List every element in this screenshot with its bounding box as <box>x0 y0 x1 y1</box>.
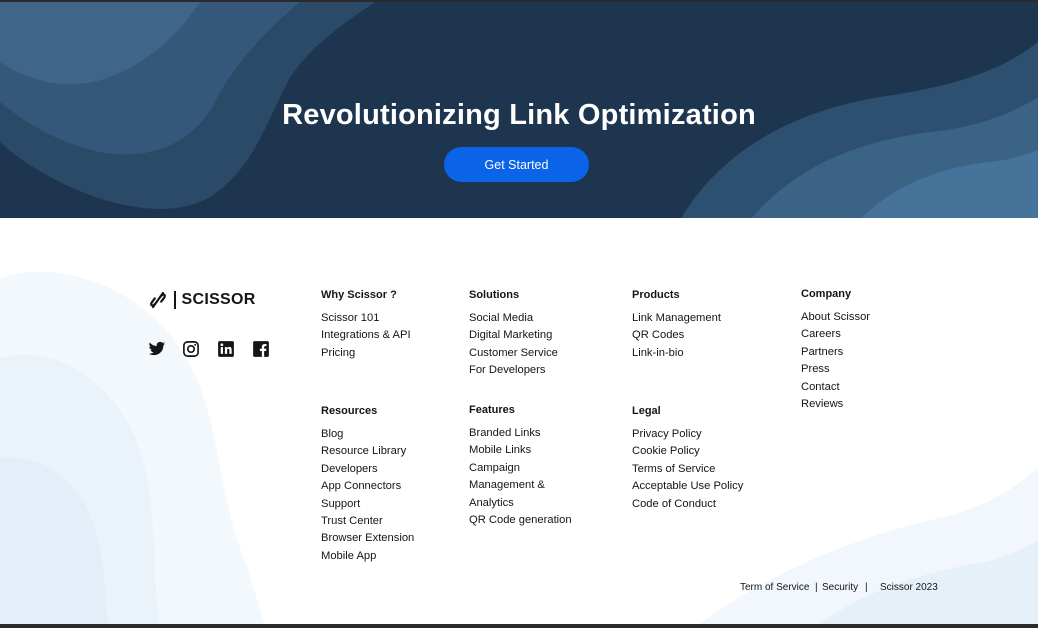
footer-link-pricing[interactable]: Pricing <box>321 345 411 362</box>
footer-heading-resources: Resources <box>321 405 378 417</box>
footer-col-legal: Legal Privacy Policy Cookie Policy Terms… <box>632 405 743 513</box>
get-started-button[interactable]: Get Started <box>444 147 589 182</box>
brand-logo[interactable]: SCISSOR <box>148 290 256 310</box>
bottom-separator: | <box>815 582 818 593</box>
footer-link-code-of-conduct[interactable]: Code of Conduct <box>632 496 743 513</box>
footer-link-digital-marketing[interactable]: Digital Marketing <box>469 327 558 344</box>
footer-col-solutions: Solutions Social Media Digital Marketing… <box>469 289 558 380</box>
footer-link-acceptable-use-policy[interactable]: Acceptable Use Policy <box>632 478 743 495</box>
footer-link-trust-center[interactable]: Trust Center <box>321 513 414 530</box>
footer-link-integrations-api[interactable]: Integrations & API <box>321 327 411 344</box>
copyright-text: Scissor 2023 <box>880 582 938 593</box>
footer-link-press[interactable]: Press <box>801 361 870 378</box>
footer-col-company: Company About Scissor Careers Partners P… <box>801 288 870 413</box>
hero-banner: Revolutionizing Link Optimization Get St… <box>0 0 1038 218</box>
footer-link-qr-code-generation[interactable]: QR Code generation <box>469 512 572 529</box>
footer-heading-solutions: Solutions <box>469 289 520 301</box>
footer-link-about-scissor[interactable]: About Scissor <box>801 309 870 326</box>
footer-link-link-in-bio[interactable]: Link-in-bio <box>632 345 721 362</box>
twitter-icon[interactable] <box>148 340 166 358</box>
footer-link-partners[interactable]: Partners <box>801 344 870 361</box>
facebook-icon[interactable] <box>252 340 270 358</box>
footer-link-link-management[interactable]: Link Management <box>632 310 721 327</box>
footer-col-products: Products Link Management QR Codes Link-i… <box>632 289 721 362</box>
footer-link-contact[interactable]: Contact <box>801 379 870 396</box>
footer-link-terms-of-service[interactable]: Terms of Service <box>632 461 743 478</box>
bottom-link-term-of-service[interactable]: Term of Service <box>740 582 809 593</box>
footer-link-support[interactable]: Support <box>321 496 414 513</box>
footer-link-for-developers[interactable]: For Developers <box>469 362 558 379</box>
bottom-separator: | <box>865 582 868 593</box>
footer-heading-features: Features <box>469 404 515 416</box>
footer-link-careers[interactable]: Careers <box>801 326 870 343</box>
footer-heading-company: Company <box>801 288 852 300</box>
hero-title: Revolutionizing Link Optimization <box>282 99 756 132</box>
bottom-link-security[interactable]: Security <box>822 582 858 593</box>
footer-link-reviews[interactable]: Reviews <box>801 396 870 413</box>
footer-link-branded-links[interactable]: Branded Links <box>469 425 572 442</box>
footer-link-blog[interactable]: Blog <box>321 426 414 443</box>
footer-link-privacy-policy[interactable]: Privacy Policy <box>632 426 743 443</box>
footer-link-qr-codes[interactable]: QR Codes <box>632 327 721 344</box>
footer-col-why-scissor: Why Scissor ? Scissor 101 Integrations &… <box>321 289 411 362</box>
footer-link-analytics[interactable]: Analytics <box>469 495 572 512</box>
instagram-icon[interactable] <box>182 340 200 358</box>
footer-link-mobile-app[interactable]: Mobile App <box>321 548 414 565</box>
bottom-edge-bar <box>0 624 1038 628</box>
footer-link-app-connectors[interactable]: App Connectors <box>321 478 414 495</box>
footer-link-developers[interactable]: Developers <box>321 461 414 478</box>
footer-link-social-media[interactable]: Social Media <box>469 310 558 327</box>
scissor-link-icon <box>150 291 166 309</box>
footer-col-resources: Resources Blog Resource Library Develope… <box>321 405 414 565</box>
brand-name: SCISSOR <box>181 291 256 308</box>
linkedin-icon[interactable] <box>217 340 235 358</box>
footer-link-browser-extension[interactable]: Browser Extension <box>321 530 414 547</box>
logo-divider <box>174 291 176 309</box>
footer-heading-legal: Legal <box>632 405 661 417</box>
footer-heading-why-scissor: Why Scissor ? <box>321 289 397 301</box>
footer-col-features: Features Branded Links Mobile Links Camp… <box>469 404 572 529</box>
footer-link-customer-service[interactable]: Customer Service <box>469 345 558 362</box>
footer-heading-products: Products <box>632 289 680 301</box>
footer-link-scissor-101[interactable]: Scissor 101 <box>321 310 411 327</box>
footer-link-resource-library[interactable]: Resource Library <box>321 443 414 460</box>
footer-link-management[interactable]: Management & <box>469 477 572 494</box>
footer-link-mobile-links[interactable]: Mobile Links <box>469 442 572 459</box>
footer-link-campaign[interactable]: Campaign <box>469 460 572 477</box>
footer-link-cookie-policy[interactable]: Cookie Policy <box>632 443 743 460</box>
